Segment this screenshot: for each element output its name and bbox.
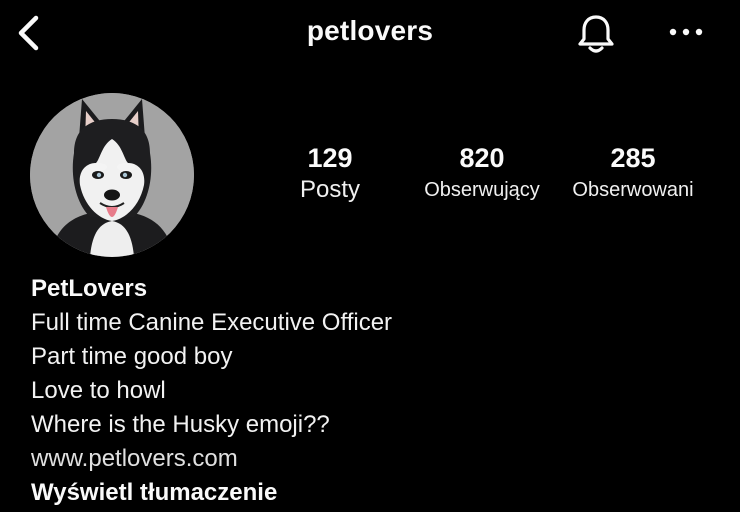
stat-followers[interactable]: 820 Obserwujący bbox=[407, 142, 557, 206]
notifications-button[interactable] bbox=[574, 12, 618, 56]
following-label: Obserwowani bbox=[572, 179, 694, 201]
followers-label: Obserwujący bbox=[424, 179, 540, 201]
husky-avatar bbox=[30, 93, 194, 257]
top-bar: petlovers bbox=[0, 0, 740, 66]
stat-following[interactable]: 285 Obserwowani bbox=[558, 142, 708, 206]
followers-count: 820 bbox=[459, 143, 505, 173]
translate-button[interactable]: Wyświetl tłumaczenie bbox=[31, 476, 721, 510]
bell-icon bbox=[578, 15, 614, 53]
display-name: PetLovers bbox=[31, 275, 148, 302]
following-count: 285 bbox=[610, 143, 656, 173]
bio-line: Where is the Husky emoji?? bbox=[31, 411, 330, 438]
profile-bio: PetLovers Full time Canine Executive Off… bbox=[31, 272, 721, 510]
bio-line: Part time good boy bbox=[31, 343, 233, 370]
bio-line: Love to howl bbox=[31, 377, 166, 404]
website-link[interactable]: www.petlovers.com bbox=[31, 442, 721, 476]
bio-line: Full time Canine Executive Officer bbox=[31, 309, 393, 336]
posts-label: Posty bbox=[299, 176, 361, 203]
profile-avatar[interactable] bbox=[30, 93, 194, 257]
profile-username: petlovers bbox=[306, 15, 434, 46]
more-options-button[interactable] bbox=[664, 18, 708, 46]
stat-posts[interactable]: 129 Posty bbox=[255, 142, 405, 206]
more-horizontal-icon bbox=[669, 28, 703, 36]
posts-count: 129 bbox=[307, 143, 353, 173]
